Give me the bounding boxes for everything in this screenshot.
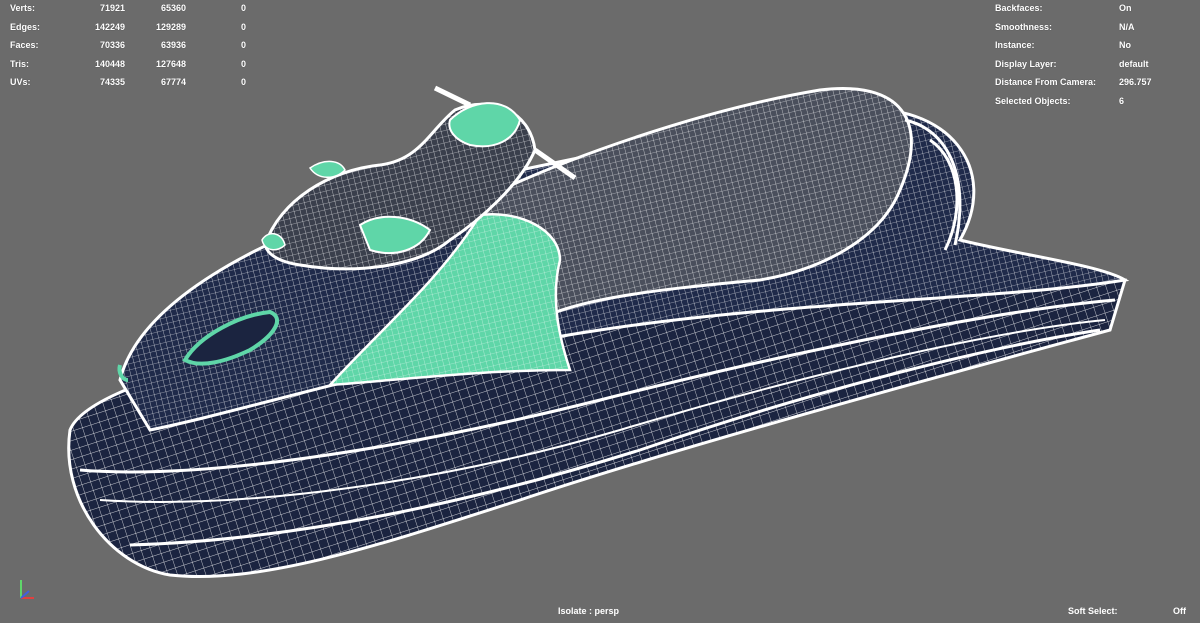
info-label: Instance: [995,40,1035,50]
stat-value: 127648 [155,58,186,69]
stat-row-faces: Faces: 70336 63936 0 [10,36,270,55]
soft-select-label: Soft Select: [1068,606,1118,616]
info-row-distance: Distance From Camera: 296.757 [995,73,1195,92]
stat-label: Faces: [10,40,39,50]
stat-value: 0 [240,3,246,13]
stat-row-edges: Edges: 142249 129289 0 [10,18,270,37]
stat-value: 71921 [99,3,125,13]
info-label: Distance From Camera: [995,77,1097,87]
isolate-label: Isolate : persp [558,606,620,616]
info-value: default [1119,58,1149,69]
info-row-display-layer: Display Layer: default [995,55,1195,74]
stat-value: 0 [240,21,246,32]
stat-value: 63936 [160,40,186,50]
poly-count-hud: Verts: 71921 65360 0 Edges: 142249 12928… [10,0,270,92]
info-label: Display Layer: [995,58,1057,69]
object-info-hud: Backfaces: On Smoothness: N/A Instance: … [995,0,1195,110]
info-row-instance: Instance: No [995,36,1195,55]
info-row-backfaces: Backfaces: On [995,0,1195,18]
stat-value: 140448 [94,58,125,69]
soft-select-value: Off [1173,606,1186,616]
stat-value: 0 [240,40,246,50]
stat-value: 65360 [160,3,186,13]
stat-row-tris: Tris: 140448 127648 0 [10,55,270,74]
info-label: Smoothness: [995,21,1053,32]
stat-label: Tris: [10,58,30,69]
info-value: 296.757 [1119,77,1152,87]
stat-label: Verts: [10,3,36,13]
stat-value: 70336 [99,40,125,50]
stat-value: 129289 [155,21,186,32]
stat-value: 142249 [94,21,125,32]
info-row-selected-objects: Selected Objects: 6 [995,92,1195,111]
info-label: Selected Objects: [995,95,1071,106]
stat-value: 67774 [160,77,186,87]
info-value: No [1119,40,1131,50]
info-value: On [1119,3,1132,13]
stat-value: 74335 [99,77,125,87]
stat-label: Edges: [10,21,41,32]
info-value: 6 [1119,95,1125,106]
view-axis-gizmo-icon [20,580,34,599]
info-value: N/A [1119,21,1135,32]
3d-viewport[interactable]: Verts: 71921 65360 0 Edges: 142249 12928… [0,0,1200,623]
stat-value: 0 [240,77,246,87]
info-label: Backfaces: [995,3,1043,13]
stat-label: UVs: [10,77,31,87]
info-row-smoothness: Smoothness: N/A [995,18,1195,37]
stat-row-verts: Verts: 71921 65360 0 [10,0,270,18]
stat-row-uvs: UVs: 74335 67774 0 [10,73,270,92]
stat-value: 0 [240,58,246,69]
